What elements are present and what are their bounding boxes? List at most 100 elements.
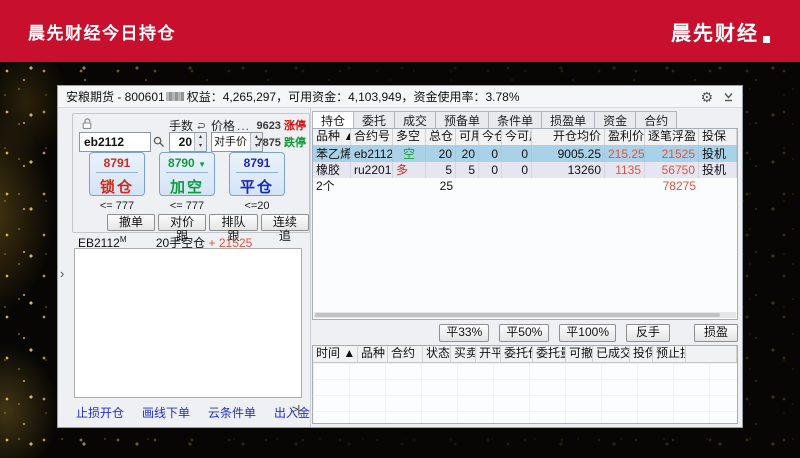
lots-down-arrow-icon[interactable]: ▾ (195, 142, 206, 151)
draw-line-order-link[interactable]: 画线下单 (142, 404, 190, 421)
col-order-price[interactable]: 委托价 (501, 346, 533, 362)
col-filled[interactable]: 已成交 (593, 346, 630, 362)
limit-prices: 9623 涨停 7875 跌停 (256, 118, 306, 152)
banner-brand-text: 晨先财经 (671, 17, 759, 46)
order-log-box[interactable] (74, 248, 302, 398)
limit-down-value: 7875 (256, 137, 280, 149)
quick-order-buttons: 撤单 对价跟 排队跟 连续追 (107, 214, 309, 231)
queue-follow-button[interactable]: 排队跟 (209, 214, 257, 231)
col-buy-sell[interactable]: 买卖 (451, 346, 476, 362)
col-side[interactable]: 多空 (393, 129, 426, 145)
scrollbar-thumb[interactable] (315, 313, 720, 317)
col-filler (686, 346, 737, 362)
expand-panel-arrow[interactable]: >| (292, 404, 299, 416)
close-position-button[interactable]: 8791 平仓 (229, 152, 285, 196)
tab-prepared-orders[interactable]: 预备单 (435, 111, 488, 128)
account-summary: 安粮期货 - 800601 权益：4,265,297， 可用资金：4,103,9… (66, 88, 520, 105)
cell-product: 橡胶 (313, 162, 351, 178)
stop-profit-loss-button[interactable]: 损盈 (694, 324, 738, 342)
counter-price-follow-button[interactable]: 对价跟 (158, 214, 206, 231)
cell-product: 苯乙烯 (313, 146, 351, 162)
limit-up-line: 9623 涨停 (256, 118, 306, 135)
col-total[interactable]: 总仓 (426, 129, 456, 145)
col-product[interactable]: 品种 (358, 346, 388, 362)
tab-stop-orders[interactable]: 损盈单 (541, 111, 594, 128)
titlebar-icons: ⚙ (700, 90, 734, 104)
horizontal-scrollbar[interactable] (314, 312, 736, 318)
add-short-limit: <= 777 (159, 200, 215, 212)
cell-total: 5 (426, 162, 456, 178)
cell-contract: ru2201 (351, 162, 393, 178)
stop-loss-open-link[interactable]: 止损开仓 (76, 404, 124, 421)
cell-total-sum: 25 (426, 178, 456, 194)
tab-orders[interactable]: 委托 (353, 111, 394, 128)
contract-input[interactable]: eb2112 (79, 132, 151, 152)
lots-stepper[interactable]: 20 ▴ ▾ (169, 132, 207, 152)
add-short-button[interactable]: 8790 ▼ 加空 (159, 152, 215, 196)
price-mode-value[interactable]: 对手价 (212, 133, 250, 151)
position-summary-row: 2个 25 78275 (313, 178, 737, 194)
tab-positions[interactable]: 持仓 (312, 111, 353, 128)
tab-condition-orders[interactable]: 条件单 (488, 111, 541, 128)
tab-contracts[interactable]: 合约 (635, 111, 677, 128)
position-row-eb2112[interactable]: 苯乙烯 eb2112 空 20 20 0 0 9005.25 215.25 21… (313, 146, 737, 162)
price-more-button[interactable]: ... (237, 119, 250, 133)
col-hedge[interactable]: 投保 (630, 346, 653, 362)
cloud-condition-order-link[interactable]: 云条件单 (208, 404, 256, 421)
col-contract[interactable]: 合约 (388, 346, 423, 362)
continuous-chase-button[interactable]: 连续追 (261, 214, 309, 231)
close-33-button[interactable]: 平33% (439, 324, 489, 342)
orders-table: 时间 ▲ 品种 合约 状态 买卖 开平 委托价 委托量 可撤 已成交 投保 预止… (312, 345, 738, 424)
reverse-button[interactable]: 反手 (626, 324, 670, 342)
banner-title: 晨先财经今日持仓 (28, 19, 176, 44)
cell-floating-profit-sum: 78275 (645, 178, 699, 194)
col-open-avg-price[interactable]: 开仓均价 (532, 129, 605, 145)
lock-position-button[interactable]: 8791 锁仓 (89, 152, 145, 196)
col-status[interactable]: 状态 (423, 346, 451, 362)
add-short-label: 加空 (160, 176, 214, 197)
cancel-order-button[interactable]: 撤单 (107, 214, 155, 231)
minimize-icon[interactable] (723, 91, 734, 102)
position-row-ru2201[interactable]: 橡胶 ru2201 多 5 5 0 0 13260 1135 56750 投机 (313, 162, 737, 178)
cell-floating-profit: 21525 (645, 146, 699, 162)
settings-gear-icon[interactable]: ⚙ (700, 90, 713, 104)
footer-links: 止损开仓 画线下单 云条件单 出入金 (76, 404, 310, 421)
close-100-button[interactable]: 平100% (559, 324, 616, 342)
positions-panel: 持仓 委托 成交 预备单 条件单 损盈单 资金 合约 品种 ▲ 合约号 多空 总… (312, 108, 738, 427)
close-50-button[interactable]: 平50% (499, 324, 549, 342)
lots-value[interactable]: 20 (170, 133, 194, 151)
price-mode-stepper[interactable]: 对手价 ▴ ▾ (211, 132, 263, 152)
col-hedge-flag[interactable]: 投保 (699, 129, 737, 145)
search-icon[interactable] (153, 136, 165, 148)
broker-account: 安粮期货 - 800601 (66, 88, 165, 105)
positions-table-header: 品种 ▲ 合约号 多空 总仓 可用 今仓 今可用 开仓均价 盈利价差 逐笔浮盈 … (313, 129, 737, 146)
orders-table-header: 时间 ▲ 品种 合约 状态 买卖 开平 委托价 委托量 可撤 已成交 投保 预止… (313, 346, 737, 363)
window-titlebar: 安粮期货 - 800601 权益：4,265,297， 可用资金：4,103,9… (58, 86, 742, 108)
col-profit-spread[interactable]: 盈利价差 (605, 129, 645, 145)
col-today-available[interactable]: 今可用 (502, 129, 532, 145)
col-floating-profit[interactable]: 逐笔浮盈 (645, 129, 699, 145)
col-pre-stop-loss[interactable]: 预止损 (653, 346, 686, 362)
order-entry-box: 手数 价格 ... eb2112 20 ▴ ▾ (72, 113, 310, 233)
col-contract[interactable]: 合约号 (351, 129, 393, 145)
col-cancelable[interactable]: 可撤 (566, 346, 593, 362)
trading-window: 安粮期货 - 800601 权益：4,265,297， 可用资金：4,103,9… (57, 85, 743, 428)
col-order-qty[interactable]: 委托量 (533, 346, 566, 362)
tab-funds[interactable]: 资金 (594, 111, 635, 128)
cell-open-avg: 13260 (532, 162, 605, 178)
lots-up-arrow-icon[interactable]: ▴ (195, 133, 206, 142)
collapse-panel-arrow[interactable]: › (60, 266, 64, 281)
col-today[interactable]: 今仓 (479, 129, 502, 145)
cell-contract: eb2112 (351, 146, 393, 162)
col-time[interactable]: 时间 ▲ (313, 346, 358, 362)
cell-profit-spread: 215.25 (605, 146, 645, 162)
col-available[interactable]: 可用 (456, 129, 479, 145)
unlock-icon[interactable] (81, 117, 94, 130)
tab-trades[interactable]: 成交 (394, 111, 435, 128)
col-product[interactable]: 品种 ▲ (313, 129, 351, 145)
positions-table: 品种 ▲ 合约号 多空 总仓 可用 今仓 今可用 开仓均价 盈利价差 逐笔浮盈 … (312, 128, 738, 320)
col-open-close[interactable]: 开平 (476, 346, 501, 362)
brand-dot-icon (763, 36, 770, 43)
cycle-icon[interactable] (195, 121, 206, 131)
cell-available: 20 (456, 146, 479, 162)
